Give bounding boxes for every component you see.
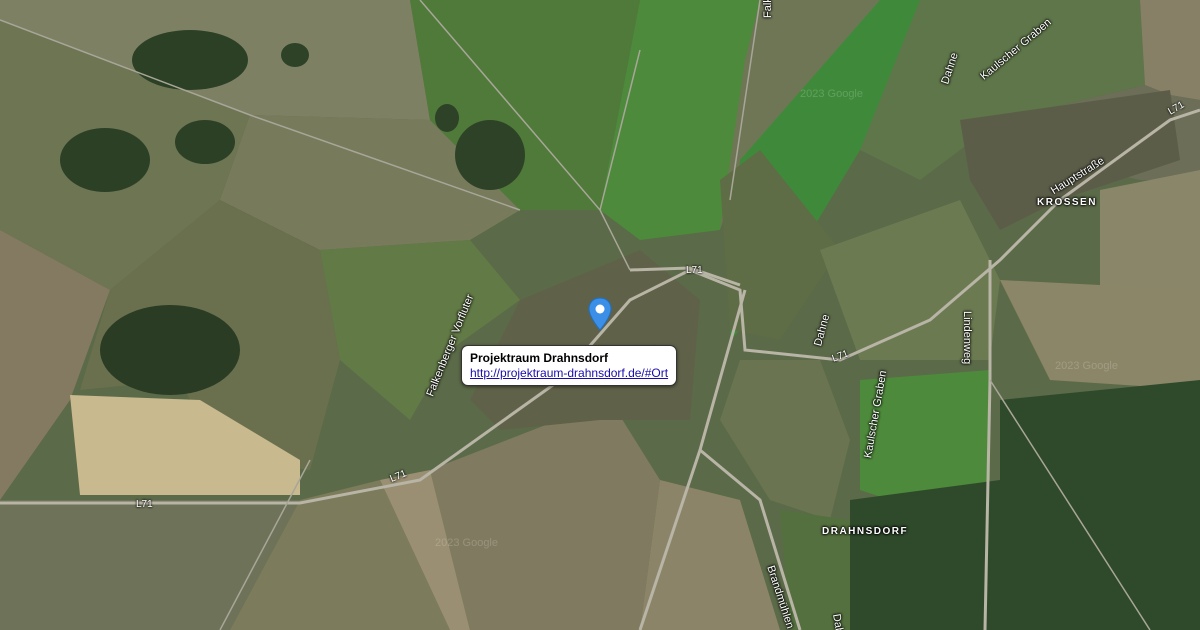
popup-title: Projektraum Drahnsdorf bbox=[470, 351, 609, 365]
map-pin-icon[interactable] bbox=[587, 297, 613, 331]
road-label-falkenberg: Falken bbox=[762, 0, 774, 18]
road-label-l71: L71 bbox=[686, 265, 703, 276]
google-watermark: 2023 Google bbox=[435, 537, 498, 549]
place-label-krossen: KROSSEN bbox=[1037, 197, 1097, 208]
google-watermark: 2023 Google bbox=[800, 88, 863, 100]
place-label-drahnsdorf: DRAHNSDORF bbox=[822, 526, 909, 537]
google-watermark: 2023 Google bbox=[1055, 360, 1118, 372]
map-view[interactable]: 2023 Google 2023 Google 2023 Google L71 … bbox=[0, 0, 1200, 630]
info-popup: Projektraum Drahnsdorf http://projektrau… bbox=[461, 345, 678, 386]
road-label-l71: L71 bbox=[136, 499, 153, 510]
popup-link[interactable]: http://projektraum-drahnsdorf.de/#Ort bbox=[470, 366, 668, 381]
road-label-lindenweg: Lindenweg bbox=[961, 311, 973, 365]
